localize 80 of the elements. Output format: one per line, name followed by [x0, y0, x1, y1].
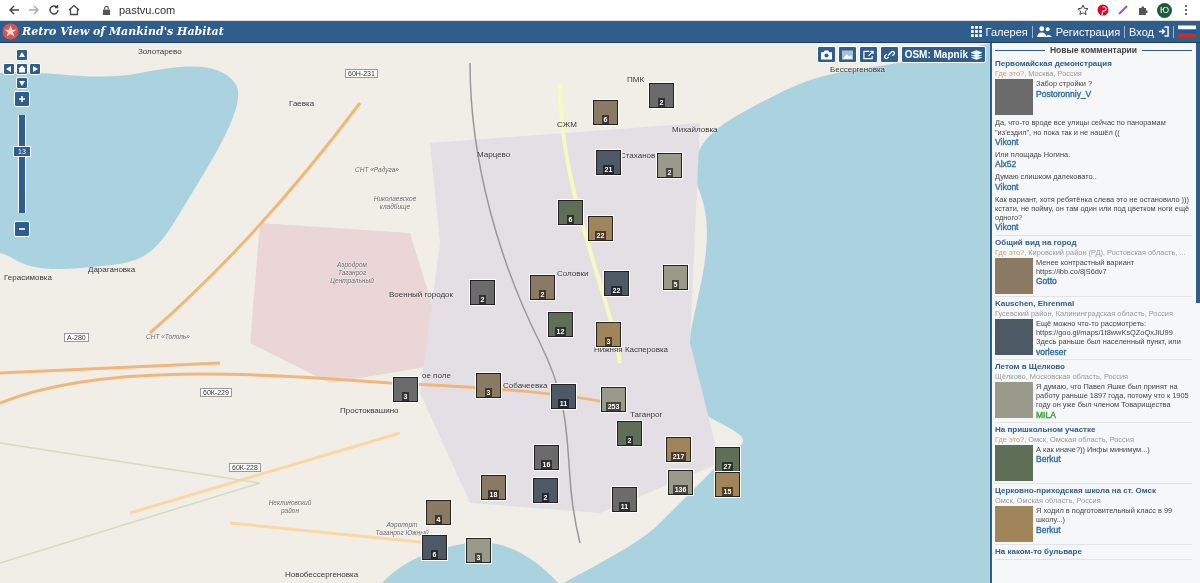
minus-icon [18, 225, 26, 233]
star-logo-icon[interactable] [2, 23, 19, 40]
photo-title-link[interactable]: Летом в Щелково [995, 361, 1192, 372]
author-link[interactable]: Berkut [1036, 524, 1061, 535]
place-label: Дарагановка [88, 265, 136, 274]
place-label: Собачеевка [503, 381, 548, 390]
address-bar[interactable]: pastvu.com [119, 4, 176, 16]
place-label: ое поле [422, 371, 451, 380]
place-label: Соловки [557, 269, 589, 278]
pan-down-button[interactable] [16, 77, 28, 89]
map-layer-button[interactable]: OSM: Mapnik [900, 46, 986, 63]
gallery-link[interactable]: Галерея [966, 25, 1032, 38]
back-icon[interactable] [8, 4, 20, 16]
image-icon [841, 49, 853, 60]
photo-placeholder[interactable] [995, 319, 1033, 356]
russian-flag-icon[interactable] [1178, 25, 1196, 38]
reload-icon[interactable] [48, 4, 60, 16]
puzzle-icon[interactable] [1137, 4, 1149, 16]
place-label: Бессергеновка [830, 65, 886, 74]
register-link[interactable]: Регистрация [1032, 25, 1125, 38]
home-button[interactable] [16, 63, 28, 75]
photo-title-link[interactable]: Первомайская демонстрация [995, 59, 1192, 70]
down-arrow-icon [18, 79, 26, 87]
link-icon [883, 49, 895, 60]
place-label: ПМК [627, 75, 645, 84]
author-link[interactable]: Berkut [1036, 454, 1061, 465]
photo-placeholder[interactable] [995, 257, 1033, 294]
pen-icon[interactable] [1117, 4, 1129, 16]
zoom-out-button[interactable] [14, 221, 30, 237]
share-icon [862, 49, 874, 60]
author-link[interactable]: Vikont [995, 136, 1019, 147]
place-label: СЖМ [557, 120, 577, 129]
photo-title-link[interactable]: Церковно-приходская школа на ст. Омск [995, 486, 1192, 497]
grid-icon [970, 26, 982, 37]
pan-left-button[interactable] [3, 63, 15, 75]
photo-title-link[interactable]: Kauschen, Ehrenmal [995, 298, 1192, 309]
star-icon[interactable] [1077, 4, 1089, 16]
site-title[interactable]: Retro View of Mankind's Habitat [22, 25, 224, 38]
photo-title-link[interactable]: На каком-то бульваре [995, 547, 1192, 558]
plus-icon [18, 95, 26, 103]
place-label: Новобессергеновка [285, 570, 359, 579]
camera-icon [820, 49, 832, 60]
place-label: Герасимовка [4, 273, 52, 282]
place-label: Простоквашино [340, 406, 399, 415]
login-icon [1158, 26, 1169, 37]
photo-placeholder[interactable] [995, 506, 1033, 543]
author-link[interactable]: Vikont [995, 222, 1019, 233]
place-label: Михайловка [672, 125, 718, 134]
photo-placeholder[interactable] [995, 445, 1033, 482]
login-link[interactable]: Вход [1125, 25, 1173, 38]
right-arrow-icon [31, 65, 39, 73]
place-label: Стаханов [620, 151, 656, 160]
author-link[interactable]: vorleser [1036, 346, 1067, 357]
place-label: Марцево [477, 150, 511, 159]
pan-right-button[interactable] [29, 63, 41, 75]
author-link[interactable]: MILA [1036, 409, 1056, 420]
home-icon [18, 65, 26, 73]
place-label: Гаевка [289, 99, 315, 108]
users-icon [1036, 26, 1052, 37]
home-icon[interactable] [68, 4, 80, 16]
lock-icon [102, 4, 111, 16]
place-label: Военный городок [389, 290, 454, 299]
photo-title-link[interactable]: Общий вид на город [995, 237, 1192, 248]
left-arrow-icon [5, 65, 13, 73]
author-link[interactable]: Alx52 [995, 159, 1017, 170]
place-label: Таганрог [630, 410, 663, 419]
profile-avatar[interactable]: Ю [1157, 2, 1172, 18]
zoom-in-button[interactable] [14, 91, 30, 107]
pan-up-button[interactable] [16, 49, 28, 61]
author-link[interactable]: Gotto [1036, 276, 1057, 287]
photo-placeholder[interactable] [995, 79, 1033, 116]
up-arrow-icon [18, 51, 26, 59]
pin-icon[interactable] [1097, 4, 1109, 16]
layers-icon [971, 49, 982, 60]
place-label: Золотарево [138, 47, 182, 56]
author-link[interactable]: Vikont [995, 181, 1019, 192]
author-link[interactable]: Postoronniy_V [1036, 88, 1092, 99]
photo-title-link[interactable]: На пришкольном участке [995, 424, 1192, 435]
sidebar-title: Новые комментарии [1049, 46, 1138, 56]
place-label: Нижняя Касперовка [594, 345, 669, 354]
